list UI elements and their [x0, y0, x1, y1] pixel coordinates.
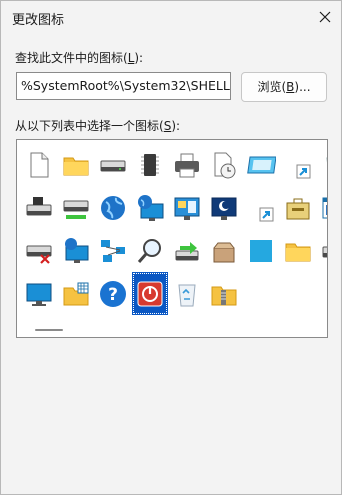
- blank-document-icon: [30, 152, 49, 177]
- icon-option[interactable]: [280, 229, 316, 272]
- icon-option[interactable]: [21, 143, 57, 186]
- close-button[interactable]: [309, 1, 341, 33]
- icon-option[interactable]: [169, 272, 205, 315]
- icon-list-label: 从以下列表中选择一个图标(S):: [15, 119, 181, 133]
- network-drive-icon: [63, 200, 89, 219]
- window-title: 更改图标: [12, 13, 65, 28]
- monitor-icon: [26, 283, 52, 306]
- folder-icon: [63, 157, 89, 175]
- drive-icon: [100, 160, 126, 171]
- shortcut-arrow-icon: [296, 164, 311, 178]
- icon-option[interactable]: [243, 229, 279, 272]
- icon-option[interactable]: [132, 186, 168, 229]
- svg-text:?: ?: [108, 285, 118, 305]
- folder-icon: [285, 243, 311, 261]
- blue-square-icon: [250, 239, 272, 262]
- icon-option[interactable]: [317, 229, 327, 272]
- icon-option[interactable]: [58, 143, 94, 186]
- icon-option[interactable]: [132, 272, 168, 315]
- icon-option[interactable]: [317, 186, 327, 229]
- search-magnifier-icon: [137, 238, 161, 263]
- network-icon: [101, 239, 125, 262]
- help-icon: ?: [100, 280, 126, 307]
- usb-drive-icon: [175, 241, 199, 260]
- icon-option[interactable]: [169, 229, 205, 272]
- icon-option[interactable]: [132, 143, 168, 186]
- icon-option[interactable]: [280, 143, 316, 186]
- globe-icon: [101, 195, 125, 220]
- icon-option[interactable]: ?: [95, 272, 131, 315]
- drive-disk-icon: [26, 196, 52, 215]
- recycle-bin-icon: [178, 284, 196, 306]
- icon-option[interactable]: [21, 272, 57, 315]
- icon-option[interactable]: [95, 143, 131, 186]
- icon-option[interactable]: [21, 186, 57, 229]
- icon-option[interactable]: [206, 229, 242, 272]
- icon-option[interactable]: [206, 186, 242, 229]
- icon-option[interactable]: [206, 143, 242, 186]
- globe-monitor-icon: [138, 194, 164, 221]
- icon-option[interactable]: [243, 143, 279, 186]
- icon-option[interactable]: [280, 186, 316, 229]
- icon-option[interactable]: [169, 186, 205, 229]
- icon-option[interactable]: [21, 229, 57, 272]
- icon-list[interactable]: ?: [16, 139, 328, 338]
- icon-option[interactable]: [317, 143, 327, 186]
- find-in-file-label: 查找此文件中的图标(L):: [15, 51, 144, 65]
- icon-option[interactable]: [58, 229, 94, 272]
- icon-option[interactable]: [95, 229, 131, 272]
- recycle-bin-full-icon: [326, 157, 327, 163]
- icon-option[interactable]: [243, 186, 279, 229]
- icon-option[interactable]: [169, 143, 205, 186]
- chip-icon: [141, 153, 159, 176]
- printer-icon: [175, 153, 199, 177]
- box-icon: [213, 242, 235, 262]
- drive-icon: [322, 246, 327, 257]
- desktop-moon-icon: [211, 197, 237, 220]
- change-icon-dialog: 更改图标 查找此文件中的图标(L): %SystemRoot%\System32…: [0, 0, 342, 495]
- icon-option[interactable]: [95, 186, 131, 229]
- network-monitor-icon: [65, 237, 89, 263]
- zip-folder-icon: [211, 286, 237, 305]
- folder-grid-icon: [63, 282, 89, 305]
- briefcase-icon: [286, 198, 310, 219]
- icon-grid: ?: [21, 143, 327, 315]
- icon-file-path-input[interactable]: %SystemRoot%\System32\SHELL32.: [16, 72, 231, 100]
- close-icon: [319, 11, 331, 23]
- icon-option[interactable]: [58, 186, 94, 229]
- icon-option[interactable]: [132, 229, 168, 272]
- horizontal-scrollbar[interactable]: [35, 329, 63, 331]
- app-window-icon: [322, 197, 327, 218]
- drive-disconnected-icon: [26, 245, 52, 264]
- title-bar: 更改图标: [1, 1, 341, 33]
- icon-option[interactable]: [206, 272, 242, 315]
- icon-option[interactable]: [58, 272, 94, 315]
- shortcut-arrow-icon: [259, 207, 274, 221]
- power-icon: [137, 281, 163, 306]
- control-panel-icon: [174, 197, 200, 220]
- browse-button[interactable]: 浏览(B)...: [241, 72, 327, 102]
- document-clock-icon: [214, 152, 236, 178]
- window-icon: [247, 156, 276, 173]
